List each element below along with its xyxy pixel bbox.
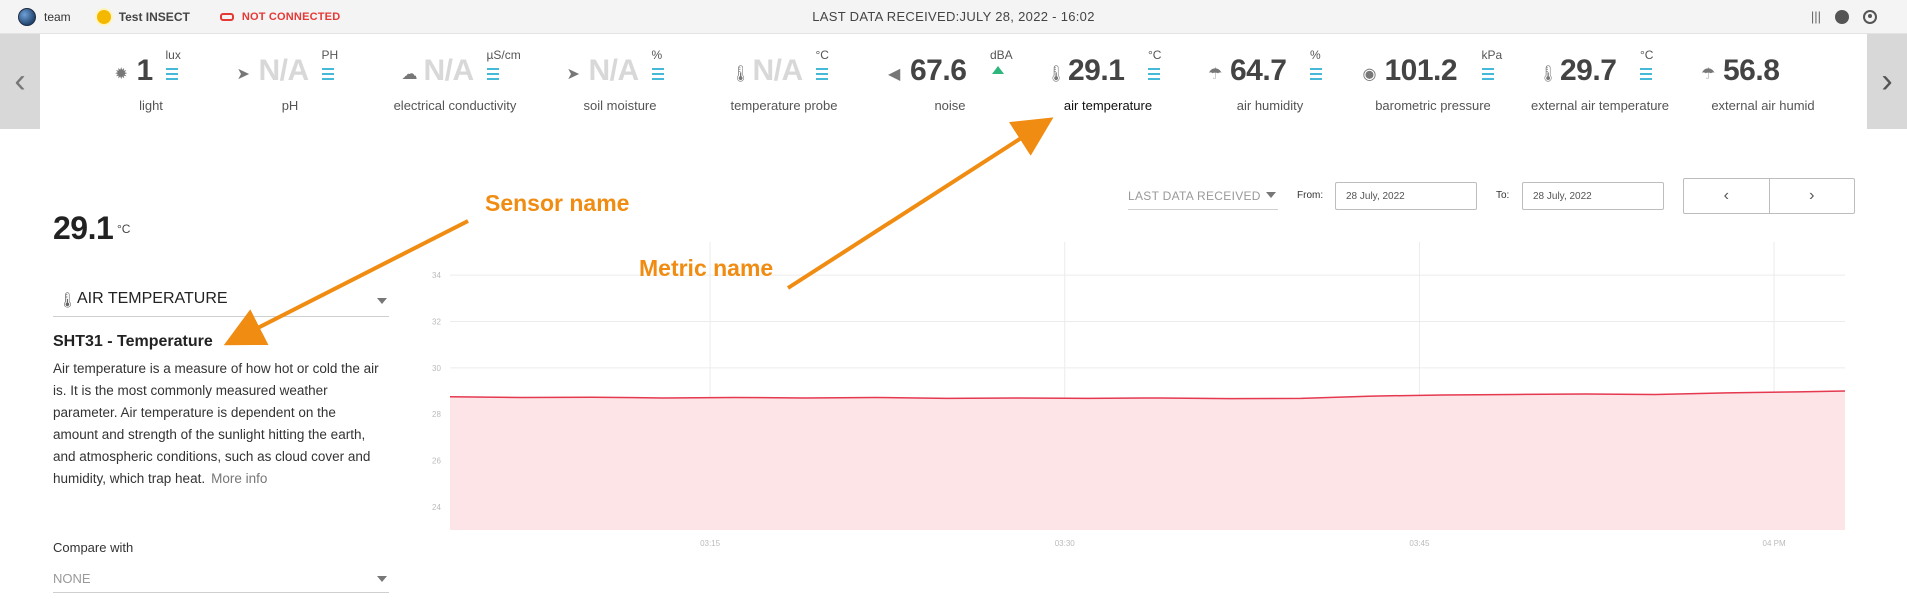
metric-arrow bbox=[786, 117, 1054, 290]
sensor-arrow bbox=[223, 219, 469, 346]
metric-name-annotation: Metric name bbox=[639, 255, 774, 281]
sensor-name-annotation: Sensor name bbox=[485, 190, 630, 216]
annotation-overlay bbox=[223, 117, 1054, 346]
